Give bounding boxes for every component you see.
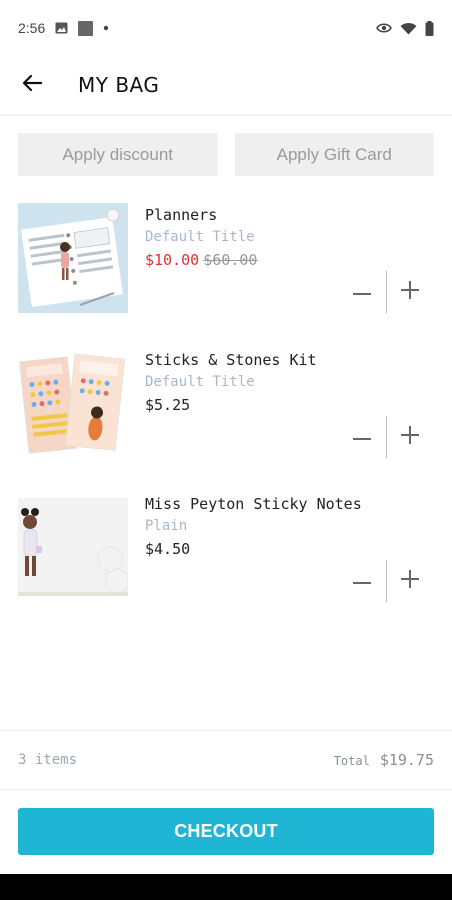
checkout-button[interactable]: CHECKOUT bbox=[18, 808, 434, 855]
cart-summary: 3 items Total $19.75 bbox=[0, 730, 452, 790]
apply-discount-button[interactable]: Apply discount bbox=[18, 133, 218, 176]
item-price-block: $10.00 $60.00 bbox=[145, 251, 257, 269]
decrease-quantity-button[interactable] bbox=[346, 276, 378, 308]
item-variant: Default Title bbox=[145, 229, 255, 245]
total-block: Total $19.75 bbox=[334, 751, 434, 769]
minus-icon bbox=[352, 428, 371, 446]
arrow-left-icon bbox=[22, 74, 43, 97]
promo-row: Apply discount Apply Gift Card bbox=[18, 133, 434, 176]
system-navigation-bar bbox=[0, 874, 452, 900]
plus-icon bbox=[401, 280, 420, 304]
quantity-divider bbox=[385, 271, 387, 313]
wifi-icon bbox=[400, 22, 417, 35]
app-bar: MY BAG bbox=[0, 56, 452, 116]
cart-item: Sticks & Stones Kit Default Title $5.25 bbox=[0, 345, 452, 465]
item-price: $5.25 bbox=[145, 396, 191, 414]
back-button[interactable] bbox=[18, 71, 46, 99]
status-bar: 2:56 bbox=[0, 0, 452, 56]
item-sale-price: $10.00 bbox=[145, 251, 200, 269]
increase-quantity-button[interactable] bbox=[394, 565, 426, 597]
item-variant: Default Title bbox=[145, 374, 255, 390]
page-title: MY BAG bbox=[78, 73, 160, 97]
item-compare-price: $60.00 bbox=[203, 251, 258, 269]
item-variant: Plain bbox=[145, 518, 188, 534]
minus-icon bbox=[352, 572, 371, 590]
cart-item: Planners Default Title $10.00 $60.00 bbox=[0, 200, 452, 320]
quantity-divider bbox=[385, 416, 387, 458]
item-name: Planners bbox=[145, 206, 218, 224]
quantity-stepper bbox=[346, 560, 426, 602]
quantity-divider bbox=[385, 560, 387, 602]
sticks-stones-kit-image[interactable] bbox=[18, 348, 128, 458]
decrease-quantity-button[interactable] bbox=[346, 565, 378, 597]
apply-gift-card-button[interactable]: Apply Gift Card bbox=[234, 133, 434, 176]
eye-icon bbox=[376, 22, 392, 34]
plus-icon bbox=[401, 569, 420, 593]
decrease-quantity-button[interactable] bbox=[346, 421, 378, 453]
total-value: $19.75 bbox=[379, 751, 434, 769]
battery-icon bbox=[425, 20, 434, 36]
plus-icon bbox=[401, 425, 420, 449]
item-name: Miss Peyton Sticky Notes bbox=[145, 495, 362, 513]
square-icon bbox=[78, 20, 94, 36]
image-icon bbox=[55, 22, 68, 34]
minus-icon bbox=[352, 283, 371, 301]
status-time: 2:56 bbox=[18, 20, 46, 36]
cart-item: Miss Peyton Sticky Notes Plain $4.50 bbox=[0, 489, 452, 609]
total-label: Total bbox=[333, 754, 370, 768]
quantity-stepper bbox=[346, 416, 426, 458]
planner-product-image[interactable] bbox=[18, 203, 128, 313]
increase-quantity-button[interactable] bbox=[394, 421, 426, 453]
increase-quantity-button[interactable] bbox=[394, 276, 426, 308]
item-price: $4.50 bbox=[145, 540, 191, 558]
quantity-stepper bbox=[346, 271, 426, 313]
sticky-notes-product-image[interactable] bbox=[18, 492, 128, 602]
item-name: Sticks & Stones Kit bbox=[145, 351, 317, 369]
item-count: 3 items bbox=[18, 752, 78, 768]
dot-icon bbox=[103, 25, 109, 31]
